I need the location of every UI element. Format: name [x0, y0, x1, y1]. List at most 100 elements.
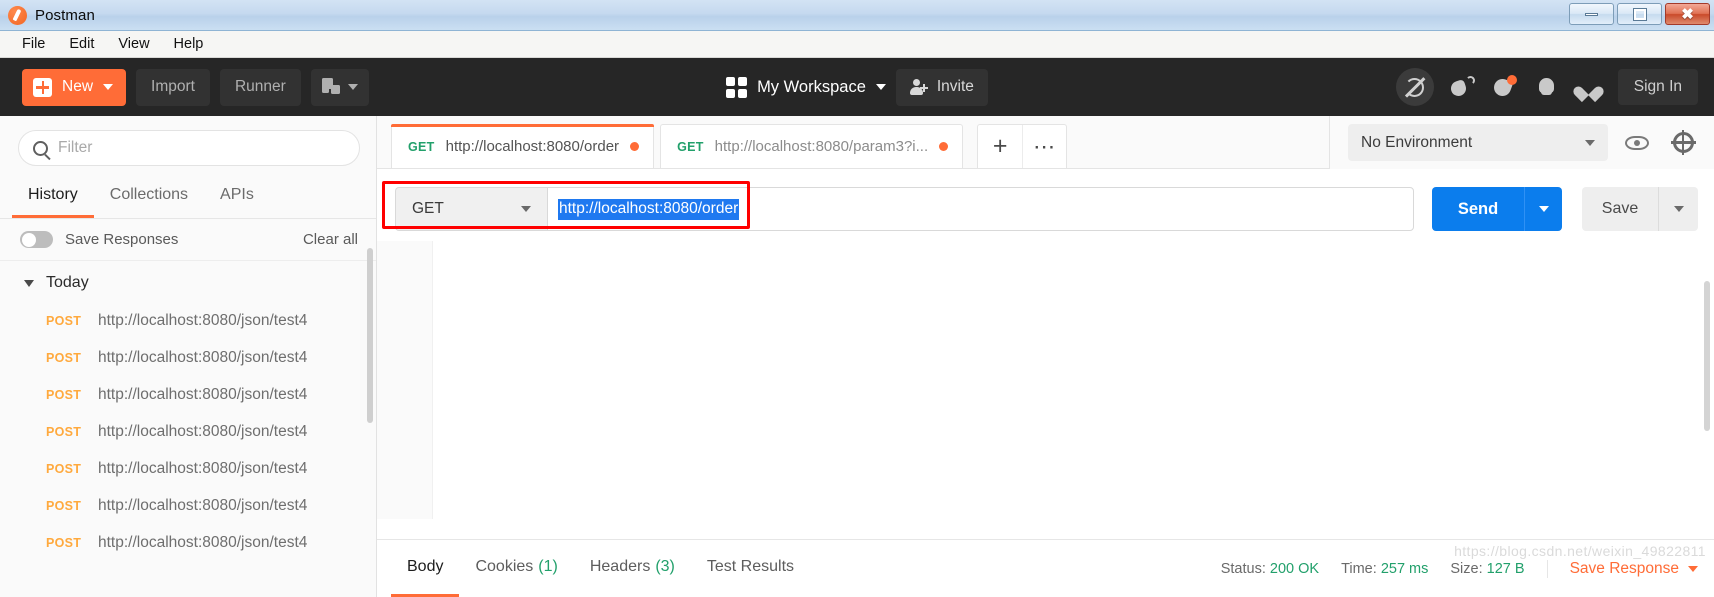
chevron-down-icon	[521, 206, 531, 212]
list-item[interactable]: POST http://localhost:8080/json/test4	[0, 376, 376, 413]
time-value: 257 ms	[1380, 560, 1429, 577]
tab-actions-group: + ⋯	[977, 124, 1068, 168]
request-tab-url: http://localhost:8080/order	[445, 138, 620, 155]
tab-test-results[interactable]: Test Results	[691, 540, 810, 597]
bell-icon[interactable]	[1534, 74, 1560, 100]
main-panel: GET http://localhost:8080/order GET http…	[377, 116, 1714, 597]
request-tab-method: GET	[677, 139, 704, 154]
tab-body-label: Body	[407, 558, 444, 575]
response-scrollbar[interactable]	[1704, 281, 1710, 431]
workspace-name[interactable]: My Workspace	[757, 78, 866, 97]
search-input[interactable]: Filter	[18, 130, 360, 166]
send-options-button[interactable]	[1524, 187, 1562, 231]
sidebar-tab-collections[interactable]: Collections	[94, 176, 204, 218]
list-item[interactable]: POST http://localhost:8080/json/test4	[0, 450, 376, 487]
environment-zone: No Environment	[1329, 116, 1714, 169]
request-tab-order[interactable]: GET http://localhost:8080/order	[391, 124, 655, 168]
history-method: POST	[46, 424, 82, 439]
save-button[interactable]: Save	[1582, 187, 1658, 231]
chevron-down-icon	[1538, 206, 1549, 212]
chevron-down-icon[interactable]	[875, 84, 886, 90]
tab-more-button[interactable]: ⋯	[1022, 125, 1066, 168]
wrench-icon[interactable]	[1491, 74, 1518, 100]
history-url: http://localhost:8080/json/test4	[98, 459, 308, 477]
history-url: http://localhost:8080/json/test4	[98, 311, 308, 329]
menu-view[interactable]: View	[108, 33, 159, 55]
tab-test-results-label: Test Results	[706, 558, 795, 575]
window-titlebar: Postman ✖	[0, 0, 1714, 31]
environment-quick-look-button[interactable]	[1620, 126, 1654, 160]
list-item[interactable]: POST http://localhost:8080/json/test4	[0, 339, 376, 376]
history-method: POST	[46, 498, 82, 513]
clear-all-button[interactable]: Clear all	[303, 231, 358, 248]
minimize-button[interactable]	[1569, 3, 1614, 25]
sidebar-tabs: History Collections APIs	[0, 176, 376, 219]
http-method-select[interactable]: GET	[395, 187, 547, 231]
toolbar-center-group: My Workspace Invite	[647, 68, 1067, 106]
environment-select[interactable]: No Environment	[1348, 124, 1608, 161]
maximize-button[interactable]	[1617, 3, 1662, 25]
close-button[interactable]: ✖	[1665, 3, 1710, 25]
import-button[interactable]: Import	[136, 68, 210, 106]
list-item[interactable]: POST http://localhost:8080/json/test4	[0, 413, 376, 450]
history-url: http://localhost:8080/json/test4	[98, 533, 308, 551]
time-badge: Time: 257 ms	[1341, 561, 1428, 577]
sidebar-scrollbar[interactable]	[367, 248, 373, 423]
save-options-button[interactable]	[1658, 187, 1698, 231]
history-group-today[interactable]: Today	[0, 261, 376, 302]
sync-off-icon[interactable]	[1395, 68, 1434, 106]
response-status-group: Status: 200 OK Time: 257 ms Size: 127 B …	[1221, 559, 1714, 578]
sign-in-button[interactable]: Sign In	[1617, 69, 1698, 105]
menu-edit[interactable]: Edit	[59, 33, 104, 55]
toolbar-left-group: New Import Runner	[0, 68, 369, 106]
menu-help[interactable]: Help	[164, 33, 214, 55]
ellipsis-icon: ⋯	[1033, 133, 1057, 159]
new-tab-button[interactable]: +	[978, 125, 1022, 168]
sidebar-tab-history[interactable]: History	[12, 176, 94, 218]
heart-icon[interactable]	[1576, 74, 1602, 100]
sidebar-tab-apis[interactable]: APIs	[204, 176, 270, 218]
sidebar: Filter History Collections APIs Save Res…	[0, 116, 377, 597]
time-label: Time:	[1341, 560, 1377, 577]
filter-container: Filter	[0, 116, 376, 176]
tab-body[interactable]: Body	[391, 540, 460, 597]
save-response-button[interactable]: Save Response	[1546, 559, 1698, 578]
history-list: POST http://localhost:8080/json/test4 PO…	[0, 302, 376, 561]
tab-cookies[interactable]: Cookies (1)	[459, 540, 573, 597]
save-responses-row: Save Responses Clear all	[0, 219, 376, 261]
list-item[interactable]: POST http://localhost:8080/json/test4	[0, 524, 376, 561]
postman-window: Postman ✖ File Edit View Help New Import…	[0, 0, 1714, 597]
history-group-label: Today	[46, 274, 89, 291]
send-button[interactable]: Send	[1432, 187, 1524, 231]
unsaved-dot-icon	[630, 142, 640, 151]
history-url: http://localhost:8080/json/test4	[98, 385, 308, 403]
status-value: 200 OK	[1269, 560, 1320, 577]
list-item[interactable]: POST http://localhost:8080/json/test4	[0, 302, 376, 339]
history-method: POST	[46, 535, 82, 550]
environment-settings-button[interactable]	[1666, 126, 1700, 160]
list-item[interactable]: POST http://localhost:8080/json/test4	[0, 487, 376, 524]
history-url: http://localhost:8080/json/test4	[98, 348, 308, 366]
unsaved-dot-icon	[939, 142, 949, 151]
gear-icon	[1670, 130, 1696, 155]
request-url-input[interactable]: http://localhost:8080/order	[547, 187, 1414, 231]
menu-file[interactable]: File	[12, 33, 55, 55]
new-button[interactable]: New	[22, 68, 127, 106]
minimize-icon	[1585, 12, 1598, 16]
status-badge: Status: 200 OK	[1221, 561, 1319, 577]
runner-button[interactable]: Runner	[219, 68, 301, 106]
tab-headers[interactable]: Headers (3)	[574, 540, 691, 597]
search-placeholder: Filter	[58, 139, 93, 156]
save-responses-label: Save Responses	[65, 231, 179, 248]
request-tab-param3[interactable]: GET http://localhost:8080/param3?i...	[660, 124, 964, 168]
open-new-button[interactable]	[310, 68, 369, 106]
toolbar-right-group: Sign In	[1395, 68, 1698, 106]
invite-button-label: Invite	[936, 78, 974, 95]
chevron-down-icon	[1673, 206, 1684, 212]
plus-square-icon	[33, 77, 52, 97]
window-controls: ✖	[1569, 3, 1710, 25]
save-responses-toggle[interactable]	[20, 231, 53, 248]
satellite-dish-icon[interactable]	[1448, 74, 1476, 100]
tab-headers-count: (3)	[655, 558, 675, 575]
invite-button[interactable]: Invite	[895, 68, 988, 106]
